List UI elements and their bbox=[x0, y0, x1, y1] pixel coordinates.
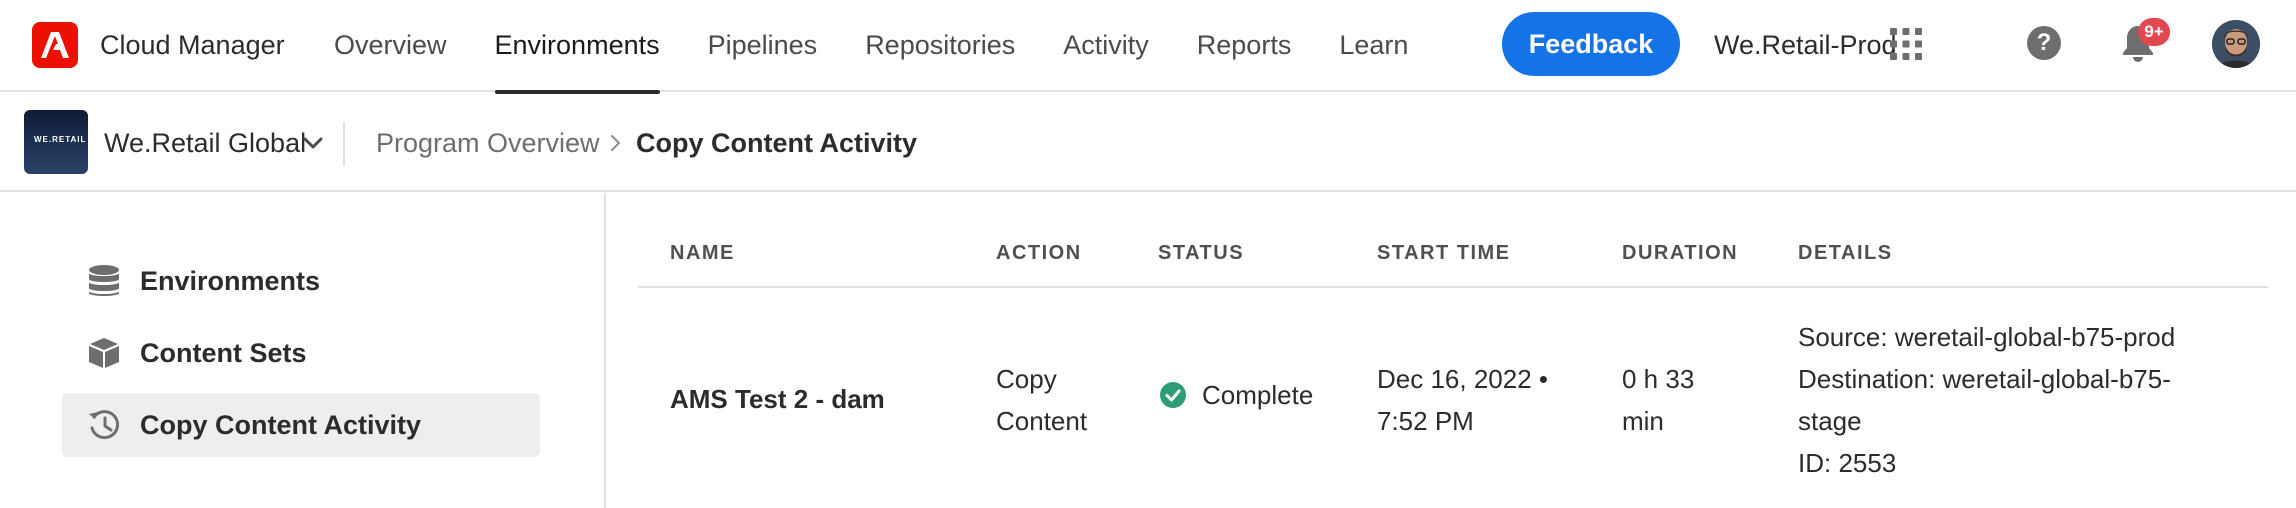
history-icon bbox=[86, 407, 122, 443]
adobe-logo[interactable] bbox=[32, 22, 78, 68]
org-switcher[interactable]: We.Retail-Prod bbox=[1714, 28, 1897, 62]
program-selector[interactable]: We.Retail Global bbox=[104, 126, 306, 160]
row-action-line-2: Content bbox=[996, 406, 1088, 436]
nav-repositories[interactable]: Repositories bbox=[841, 0, 1039, 92]
sidebar-item-label: Content Sets bbox=[140, 337, 307, 368]
database-icon bbox=[86, 263, 122, 299]
top-navigation-bar: Cloud Manager Overview Environments Pipe… bbox=[0, 0, 2296, 94]
row-details-destination-cont: stage bbox=[1798, 406, 1862, 436]
sidebar-item-copy-content-activity[interactable]: Copy Content Activity bbox=[62, 393, 540, 457]
chevron-right-icon bbox=[611, 135, 620, 151]
column-header-name[interactable]: NAME bbox=[670, 242, 735, 265]
row-details-source: Source: weretail-global-b75-prod bbox=[1798, 322, 2176, 352]
feedback-button[interactable]: Feedback bbox=[1502, 12, 1680, 76]
user-avatar-image bbox=[2212, 20, 2260, 68]
row-name[interactable]: AMS Test 2 - dam bbox=[670, 378, 885, 420]
help-icon[interactable]: ? bbox=[2027, 26, 2061, 60]
chevron-down-icon[interactable] bbox=[302, 132, 324, 154]
check-circle-icon bbox=[1160, 382, 1186, 408]
row-duration-line-1: 0 h 33 bbox=[1622, 364, 1695, 394]
app-name[interactable]: Cloud Manager bbox=[100, 28, 285, 62]
sidebar-item-environments[interactable]: Environments bbox=[62, 249, 540, 313]
sidebar-item-content-sets[interactable]: Content Sets bbox=[62, 321, 540, 385]
sidebar-item-label: Environments bbox=[140, 265, 321, 296]
breadcrumb-program-overview[interactable]: Program Overview bbox=[376, 126, 600, 160]
row-details-destination: Destination: weretail-global-b75- bbox=[1798, 364, 2171, 394]
row-duration-line-2: min bbox=[1622, 406, 1664, 436]
row-action-line-1: Copy bbox=[996, 364, 1057, 394]
nav-reports[interactable]: Reports bbox=[1173, 0, 1316, 92]
nav-activity[interactable]: Activity bbox=[1039, 0, 1173, 92]
adobe-logo-icon bbox=[41, 32, 69, 58]
row-details-id: ID: 2553 bbox=[1798, 448, 1897, 478]
row-start-time-line-2: 7:52 PM bbox=[1377, 406, 1474, 436]
column-header-details[interactable]: DETAILS bbox=[1798, 242, 1893, 265]
avatar[interactable] bbox=[2212, 20, 2260, 68]
notification-badge: 9+ bbox=[2138, 18, 2170, 46]
nav-learn[interactable]: Learn bbox=[1315, 0, 1432, 92]
program-bar: WE.RETAIL We.Retail Global Program Overv… bbox=[0, 94, 2296, 192]
nav-pipelines[interactable]: Pipelines bbox=[684, 0, 842, 92]
column-header-start-time[interactable]: START TIME bbox=[1377, 242, 1511, 265]
column-header-action[interactable]: ACTION bbox=[996, 242, 1082, 265]
nav-overview[interactable]: Overview bbox=[310, 0, 471, 92]
main-nav: Overview Environments Pipelines Reposito… bbox=[310, 0, 1432, 94]
row-start-time-line-1: Dec 16, 2022 • bbox=[1377, 364, 1548, 394]
column-header-duration[interactable]: DURATION bbox=[1622, 242, 1738, 265]
sidebar-divider bbox=[604, 193, 606, 508]
apps-grid-icon[interactable] bbox=[1890, 28, 1922, 60]
program-thumbnail-text: WE.RETAIL bbox=[34, 135, 87, 144]
box-icon bbox=[86, 335, 122, 371]
nav-environments[interactable]: Environments bbox=[471, 0, 684, 94]
row-status: Complete bbox=[1202, 380, 1314, 410]
table-header: NAME ACTION STATUS START TIME DURATION D… bbox=[638, 222, 2268, 288]
column-header-status[interactable]: STATUS bbox=[1158, 242, 1244, 265]
sidebar-item-label: Copy Content Activity bbox=[140, 409, 422, 440]
program-thumbnail[interactable]: WE.RETAIL bbox=[24, 110, 88, 174]
breadcrumb-current: Copy Content Activity bbox=[636, 128, 918, 158]
divider bbox=[343, 122, 345, 166]
